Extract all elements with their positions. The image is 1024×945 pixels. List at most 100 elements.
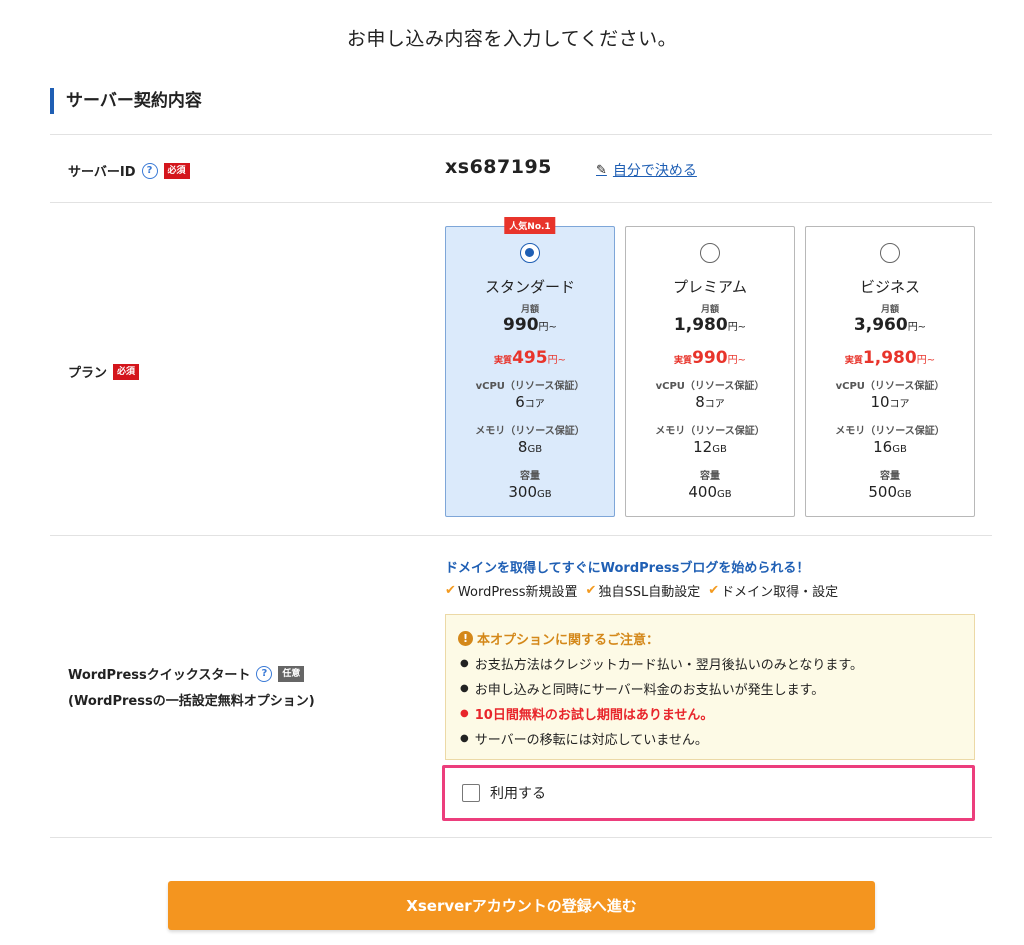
gb-unit: GB bbox=[892, 444, 907, 455]
bullet: ● bbox=[460, 658, 469, 669]
effective-label: 実質 bbox=[494, 356, 513, 366]
bullet: ● bbox=[460, 683, 469, 694]
storage-value: 300GB bbox=[446, 483, 614, 501]
divider bbox=[50, 837, 992, 838]
price-unit: 円~ bbox=[547, 355, 566, 366]
use-label[interactable]: 利用する bbox=[490, 783, 546, 803]
core-unit: コア bbox=[524, 399, 545, 410]
plan-price: 990円~ bbox=[446, 315, 614, 335]
gb-unit: GB bbox=[897, 489, 912, 500]
effective-price-value: 990 bbox=[692, 348, 728, 368]
monthly-label: 月額 bbox=[700, 305, 719, 315]
vcpu-value: 6コア bbox=[446, 393, 614, 411]
notice-text: サーバーの移転には対応していません。 bbox=[474, 733, 708, 748]
vcpu-value: 8コア bbox=[626, 393, 794, 411]
server-id-label: サーバーID bbox=[68, 165, 136, 180]
wordpress-label-row: WordPressクイックスタート ? 任意 bbox=[68, 664, 305, 683]
server-id-label-row: サーバーID ? 必須 bbox=[68, 161, 190, 180]
effective-price-value: 1,980 bbox=[862, 348, 917, 368]
notice-title: ! 本オプションに関するご注意： bbox=[458, 629, 659, 648]
feature-item: ✔ 独自SSL自動設定 bbox=[586, 581, 701, 600]
gb-unit: GB bbox=[527, 444, 543, 455]
notice-box: ! 本オプションに関するご注意： ● お支払方法はクレジットカード払い・翌月後払… bbox=[445, 614, 975, 760]
vcpu-value: 10コア bbox=[806, 393, 974, 411]
plan-price: 1,980円~ bbox=[626, 315, 794, 335]
memory-value: 12GB bbox=[626, 438, 794, 456]
memory-label: メモリ（リソース保証） bbox=[475, 426, 585, 437]
popular-badge: 人気No.1 bbox=[504, 217, 556, 234]
use-option[interactable]: 利用する bbox=[442, 765, 975, 821]
feature-item: ✔ ドメイン取得・設定 bbox=[708, 581, 838, 600]
question-circle-icon[interactable]: ? bbox=[141, 162, 158, 179]
plan-card-premium[interactable]: プレミアム 月額 1,980円~ 実質990円~ vCPU（リソース保証） 8コ… bbox=[625, 226, 795, 517]
plan-radio[interactable] bbox=[880, 243, 900, 263]
plan-name: ビジネス bbox=[859, 278, 920, 296]
plan-label: プラン bbox=[68, 366, 108, 381]
bullet: ● bbox=[460, 708, 469, 719]
question-circle-icon[interactable]: ? bbox=[256, 665, 273, 682]
price-unit: 円~ bbox=[907, 322, 927, 333]
price-value: 1,980 bbox=[673, 315, 728, 335]
notice-item: ● お支払方法はクレジットカード払い・翌月後払いのみとなります。 bbox=[460, 654, 863, 673]
effective-label: 実質 bbox=[844, 356, 863, 366]
storage-label: 容量 bbox=[880, 471, 900, 482]
plan-radio[interactable] bbox=[700, 243, 720, 263]
vcpu-number: 6 bbox=[515, 393, 525, 411]
feature-text: ドメイン取得・設定 bbox=[721, 585, 839, 600]
feature-text: WordPress新規設置 bbox=[457, 585, 578, 600]
memory-number: 16 bbox=[873, 438, 893, 456]
custom-id-link[interactable]: ✎ 自分で決める bbox=[596, 160, 697, 180]
server-id-value: xs687195 bbox=[445, 156, 552, 178]
wordpress-label: WordPressクイックスタート bbox=[68, 668, 251, 683]
warning-icon: ! bbox=[458, 631, 473, 646]
gb-unit: GB bbox=[712, 444, 727, 455]
plan-name: スタンダード bbox=[484, 278, 575, 296]
price-value: 3,960 bbox=[853, 315, 908, 335]
notice-text: お支払方法はクレジットカード払い・翌月後払いのみとなります。 bbox=[474, 658, 864, 673]
price-unit: 円~ bbox=[538, 322, 557, 333]
memory-value: 16GB bbox=[806, 438, 974, 456]
monthly-label: 月額 bbox=[520, 305, 539, 315]
core-unit: コア bbox=[704, 399, 725, 410]
submit-button[interactable]: Xserverアカウントの登録へ進む bbox=[168, 881, 875, 930]
notice-text: 10日間無料のお試し期間はありません。 bbox=[474, 708, 714, 723]
vcpu-label: vCPU（リソース保証） bbox=[655, 381, 765, 392]
memory-value: 8GB bbox=[446, 438, 614, 456]
storage-label: 容量 bbox=[700, 471, 720, 482]
plan-name: プレミアム bbox=[673, 278, 747, 296]
use-checkbox[interactable] bbox=[462, 784, 480, 802]
plan-label-row: プラン 必須 bbox=[68, 362, 140, 381]
notice-text: お申し込みと同時にサーバー料金のお支払いが発生します。 bbox=[474, 683, 825, 698]
gb-unit: GB bbox=[717, 489, 732, 500]
storage-number: 400 bbox=[688, 483, 718, 501]
price-value: 990 bbox=[503, 315, 539, 335]
custom-id-link-text[interactable]: 自分で決める bbox=[613, 160, 697, 180]
divider bbox=[50, 202, 992, 203]
feature-list: ✔ WordPress新規設置 ✔ 独自SSL自動設定 ✔ ドメイン取得・設定 bbox=[445, 581, 838, 600]
notice-item: ● サーバーの移転には対応していません。 bbox=[460, 729, 708, 748]
price-unit: 円~ bbox=[727, 355, 746, 366]
plan-card-standard[interactable]: 人気No.1 スタンダード 月額 990円~ 実質495円~ vCPU（リソース… bbox=[445, 217, 615, 517]
effective-price: 実質495円~ bbox=[446, 348, 614, 368]
feature-text: 独自SSL自動設定 bbox=[598, 585, 701, 600]
memory-number: 12 bbox=[693, 438, 713, 456]
storage-number: 300 bbox=[508, 483, 538, 501]
vcpu-number: 8 bbox=[695, 393, 705, 411]
section-title: サーバー契約内容 bbox=[50, 88, 202, 114]
effective-label: 実質 bbox=[674, 356, 693, 366]
monthly-label: 月額 bbox=[880, 305, 899, 315]
plan-radio[interactable] bbox=[520, 243, 540, 263]
plan-card-business[interactable]: ビジネス 月額 3,960円~ 実質1,980円~ vCPU（リソース保証） 1… bbox=[805, 226, 975, 517]
storage-value: 400GB bbox=[626, 483, 794, 501]
storage-label: 容量 bbox=[520, 471, 540, 482]
divider bbox=[50, 535, 992, 536]
storage-value: 500GB bbox=[806, 483, 974, 501]
divider bbox=[50, 134, 992, 135]
vcpu-label: vCPU（リソース保証） bbox=[835, 381, 945, 392]
feature-item: ✔ WordPress新規設置 bbox=[445, 581, 578, 600]
vcpu-number: 10 bbox=[870, 393, 890, 411]
effective-price: 実質1,980円~ bbox=[806, 348, 974, 368]
price-unit: 円~ bbox=[916, 355, 936, 366]
effective-price-value: 495 bbox=[512, 348, 548, 368]
notice-title-text: 本オプションに関するご注意： bbox=[477, 633, 660, 648]
